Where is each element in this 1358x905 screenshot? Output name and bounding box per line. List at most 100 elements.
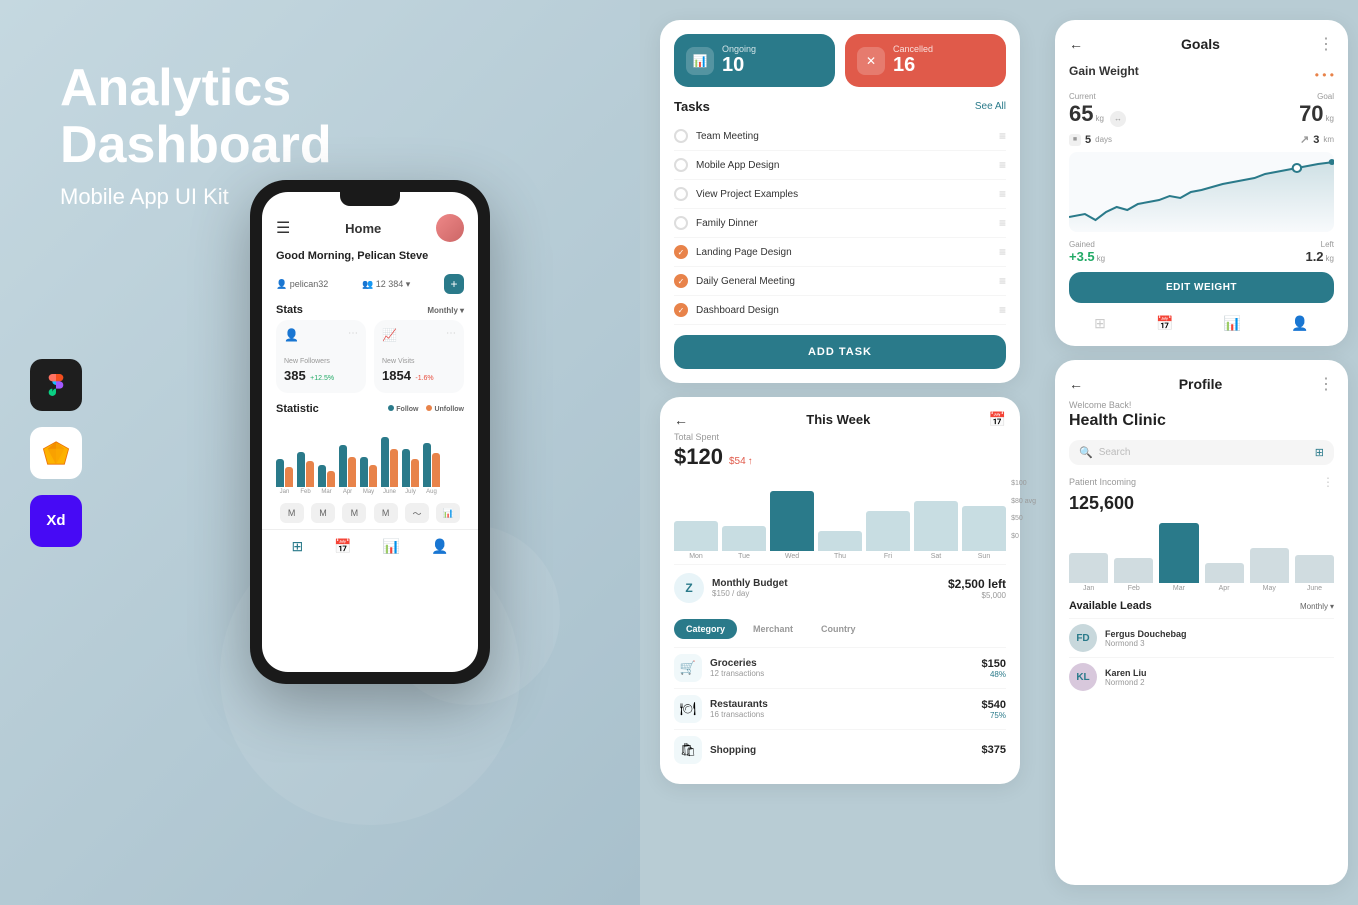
ongoing-icon: 📊 bbox=[686, 47, 714, 75]
m-btn-2[interactable]: M bbox=[311, 503, 335, 523]
task-item: ✓Landing Page Design ≡ bbox=[674, 238, 1006, 267]
sketch-icon[interactable] bbox=[30, 427, 82, 479]
lead-item: FD Fergus Douchebag Normond 3 bbox=[1069, 618, 1334, 657]
task-menu[interactable]: ≡ bbox=[999, 216, 1006, 230]
monthly-select[interactable]: Monthly ▾ bbox=[1300, 602, 1334, 611]
total-spent-label: Total Spent bbox=[674, 432, 1006, 442]
task-menu[interactable]: ≡ bbox=[999, 274, 1006, 288]
hamburger-icon: ☰ bbox=[276, 218, 290, 238]
goals-title: Goals bbox=[1181, 36, 1220, 52]
category-tab[interactable]: Category bbox=[674, 619, 737, 639]
weight-bottom: Gained +3.5 kg Left 1.2 kg bbox=[1069, 240, 1334, 264]
patient-menu[interactable]: ⋮ bbox=[1322, 475, 1334, 489]
stats-label: Stats bbox=[276, 304, 303, 316]
lead-avatar: FD bbox=[1069, 624, 1097, 652]
total-amount: $120 bbox=[674, 444, 723, 470]
weight-chart bbox=[1069, 152, 1334, 232]
phone-avatar bbox=[436, 214, 464, 242]
goals-nav-chart[interactable]: 📊 bbox=[1224, 315, 1241, 332]
merchant-tab[interactable]: Merchant bbox=[741, 619, 805, 639]
wave-btn[interactable]: 〜 bbox=[405, 503, 429, 523]
phone-home-title: Home bbox=[345, 221, 381, 236]
task-item: ✓Dashboard Design ≡ bbox=[674, 296, 1006, 325]
m-btn-3[interactable]: M bbox=[342, 503, 366, 523]
middle-section: 📊 Ongoing 10 ✕ Cancelled 16 Tasks See Al… bbox=[650, 0, 1030, 905]
task-menu[interactable]: ≡ bbox=[999, 187, 1006, 201]
patient-count: 125,600 bbox=[1069, 493, 1334, 514]
profile-menu[interactable]: ⋮ bbox=[1318, 374, 1334, 394]
add-btn[interactable]: + bbox=[444, 274, 464, 294]
followers-tag: 👥 12 384 ▾ bbox=[362, 279, 410, 290]
left-panel: Analytics Dashboard Mobile App UI Kit Xd bbox=[0, 0, 640, 905]
filter-icon[interactable]: ⊞ bbox=[1315, 446, 1324, 459]
expense-item: 🛒 Groceries 12 transactions $150 48% bbox=[674, 647, 1006, 688]
figma-icon[interactable] bbox=[30, 359, 82, 411]
phone-greeting: Good Morning, Pelican Steve bbox=[262, 250, 478, 270]
nav-chart[interactable]: 📊 bbox=[383, 538, 400, 555]
task-checkbox[interactable] bbox=[674, 158, 688, 172]
spending-back-btn[interactable]: ← bbox=[674, 412, 688, 428]
m-btn-1[interactable]: M bbox=[280, 503, 304, 523]
ongoing-badge: 📊 Ongoing 10 bbox=[674, 34, 835, 87]
task-checkbox[interactable]: ✓ bbox=[674, 274, 688, 288]
task-menu[interactable]: ≡ bbox=[999, 129, 1006, 143]
chart-btn[interactable]: 📊 bbox=[436, 503, 460, 523]
nav-profile[interactable]: 👤 bbox=[431, 538, 448, 555]
task-item: Mobile App Design ≡ bbox=[674, 151, 1006, 180]
goals-nav-grid[interactable]: ⊞ bbox=[1094, 315, 1106, 332]
restaurants-icon: 🍽 bbox=[674, 695, 702, 723]
prev-amount: $54 bbox=[729, 456, 746, 467]
goals-menu[interactable]: ⋮ bbox=[1318, 34, 1334, 54]
monthly-badge: Monthly ▾ bbox=[427, 306, 464, 315]
nav-home[interactable]: ⊞ bbox=[291, 538, 303, 555]
search-placeholder: Search bbox=[1099, 447, 1309, 458]
lead-item: KL Karen Liu Normond 2 bbox=[1069, 657, 1334, 696]
tasks-title: Tasks bbox=[674, 99, 710, 114]
goals-nav-user[interactable]: 👤 bbox=[1291, 315, 1308, 332]
username-tag: 👤 pelican32 bbox=[276, 279, 328, 290]
budget-icon: Z bbox=[674, 573, 704, 603]
task-checkbox[interactable]: ✓ bbox=[674, 245, 688, 259]
groceries-icon: 🛒 bbox=[674, 654, 702, 682]
expense-item: 🍽 Restaurants 16 transactions $540 75% bbox=[674, 688, 1006, 729]
profile-back-btn[interactable]: ← bbox=[1069, 376, 1083, 392]
goals-back-btn[interactable]: ← bbox=[1069, 36, 1083, 52]
task-menu[interactable]: ≡ bbox=[999, 303, 1006, 317]
expense-item: 🛍 Shopping $375 bbox=[674, 729, 1006, 770]
budget-row: Z Monthly Budget $150 / day $2,500 left … bbox=[674, 564, 1006, 611]
see-all-link[interactable]: See All bbox=[975, 101, 1006, 112]
profile-card: ← Profile ⋮ Welcome Back! Health Clinic … bbox=[1055, 360, 1348, 885]
task-checkbox[interactable] bbox=[674, 187, 688, 201]
task-checkbox[interactable] bbox=[674, 216, 688, 230]
task-checkbox[interactable] bbox=[674, 129, 688, 143]
xd-icon[interactable]: Xd bbox=[30, 495, 82, 547]
edit-weight-button[interactable]: EDIT WEIGHT bbox=[1069, 272, 1334, 303]
search-icon: 🔍 bbox=[1079, 446, 1093, 459]
m-btn-4[interactable]: M bbox=[374, 503, 398, 523]
task-menu[interactable]: ≡ bbox=[999, 245, 1006, 259]
task-item: Team Meeting ≡ bbox=[674, 122, 1006, 151]
spending-bar-chart: Mon Tue Wed Thu Fri bbox=[674, 480, 1006, 560]
spending-card: ← This Week 📅 Total Spent $120 $54 ↑ Mon… bbox=[660, 397, 1020, 784]
calendar-icon[interactable]: 📅 bbox=[989, 411, 1006, 428]
task-menu[interactable]: ≡ bbox=[999, 158, 1006, 172]
goals-nav: ⊞ 📅 📊 👤 bbox=[1069, 311, 1334, 332]
task-checkbox[interactable]: ✓ bbox=[674, 303, 688, 317]
goals-card: ← Goals ⋮ Gain Weight • • • Current 65 k… bbox=[1055, 20, 1348, 346]
task-item: ✓Daily General Meeting ≡ bbox=[674, 267, 1006, 296]
weight-stats: Current 65 kg ↔ Goal 70 kg bbox=[1069, 92, 1334, 127]
cancelled-icon: ✕ bbox=[857, 47, 885, 75]
profile-title: Profile bbox=[1179, 376, 1223, 392]
nav-calendar[interactable]: 📅 bbox=[334, 538, 351, 555]
add-task-button[interactable]: ADD TASK bbox=[674, 335, 1006, 369]
task-item: View Project Examples ≡ bbox=[674, 180, 1006, 209]
tasks-card: 📊 Ongoing 10 ✕ Cancelled 16 Tasks See Al… bbox=[660, 20, 1020, 383]
goals-nav-calendar[interactable]: 📅 bbox=[1156, 315, 1173, 332]
statistic-bar-chart bbox=[262, 417, 478, 487]
tool-icons: Xd bbox=[30, 359, 82, 547]
phone-nav: ⊞ 📅 📊 👤 bbox=[262, 529, 478, 563]
main-title: Analytics Dashboard bbox=[60, 60, 580, 174]
weight-rate: ■ 5 days ↗ 3 km bbox=[1069, 133, 1334, 146]
search-row[interactable]: 🔍 Search ⊞ bbox=[1069, 440, 1334, 465]
country-tab[interactable]: Country bbox=[809, 619, 868, 639]
